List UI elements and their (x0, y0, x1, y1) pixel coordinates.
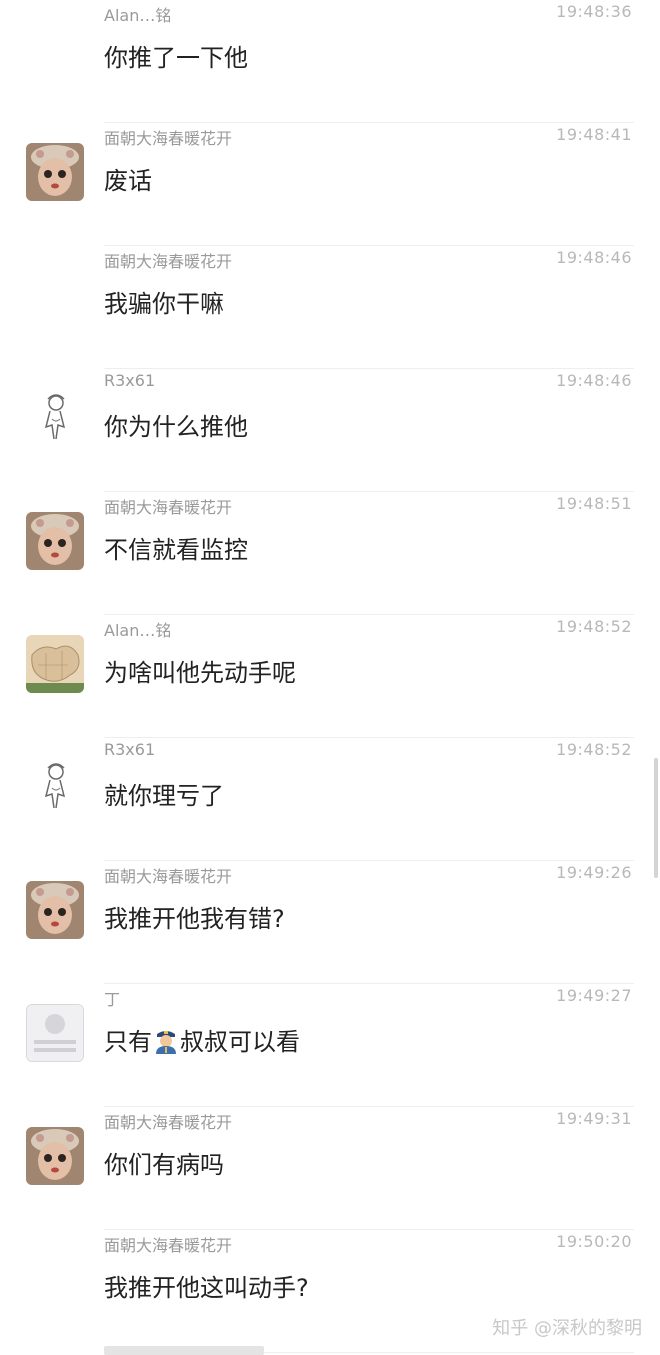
chat-message[interactable]: 面朝大海春暖花开 19:48:41 废话 (0, 123, 660, 246)
avatar-doll-icon[interactable] (26, 881, 84, 939)
avatar-map-icon[interactable] (26, 635, 84, 693)
sender-name: R3x61 (104, 371, 156, 390)
message-time: 19:48:41 (556, 125, 632, 144)
message-text: 不信就看监控 (104, 536, 248, 564)
message-text: 你为什么推他 (104, 413, 248, 441)
message-text-part: 只有 (104, 1028, 152, 1056)
sender-name: 面朝大海春暖花开 (104, 1236, 233, 1255)
sender-name: Alan…铭 (104, 621, 172, 640)
chat-message[interactable]: 面朝大海春暖花开 19:48:51 不信就看监控 (0, 492, 660, 615)
message-time: 19:49:26 (556, 863, 632, 882)
avatar-sketch-icon[interactable] (26, 389, 84, 447)
next-message-partial (104, 1346, 264, 1355)
sender-name: R3x61 (104, 740, 156, 759)
chat-message[interactable]: 丁 19:49:27 只有 叔叔可以看 (0, 984, 660, 1107)
chat-message-list[interactable]: Alan…铭 19:48:36 你推了一下他 面朝大海春暖花开 19:48:41… (0, 0, 660, 1355)
chat-message[interactable]: 面朝大海春暖花开 19:49:26 我推开他我有错? (0, 861, 660, 984)
message-text: 只有 叔叔可以看 (104, 1022, 300, 1057)
sender-name: Alan…铭 (104, 6, 172, 25)
message-text: 你推了一下他 (104, 44, 248, 72)
sender-name: 面朝大海春暖花开 (104, 252, 233, 271)
message-text: 为啥叫他先动手呢 (104, 659, 296, 687)
message-text-part: 叔叔可以看 (180, 1028, 300, 1056)
message-time: 19:50:20 (556, 1232, 632, 1251)
sender-name: 面朝大海春暖花开 (104, 867, 233, 886)
chat-message[interactable]: 面朝大海春暖花开 19:48:46 我骗你干嘛 (0, 246, 660, 369)
avatar-default-icon[interactable] (26, 1004, 84, 1062)
chat-message[interactable]: R3x61 19:48:52 就你理亏了 (0, 738, 660, 861)
message-time: 19:48:51 (556, 494, 632, 513)
chat-message[interactable]: 面朝大海春暖花开 19:49:31 你们有病吗 (0, 1107, 660, 1230)
sender-name: 面朝大海春暖花开 (104, 498, 233, 517)
police-officer-emoji-icon (154, 1028, 178, 1054)
message-time: 19:48:46 (556, 371, 632, 390)
sender-name: 丁 (104, 990, 121, 1009)
message-time: 19:49:31 (556, 1109, 632, 1128)
message-time: 19:48:52 (556, 617, 632, 636)
message-text: 废话 (104, 167, 152, 195)
chat-message[interactable]: R3x61 19:48:46 你为什么推他 (0, 369, 660, 492)
avatar-doll-icon[interactable] (26, 143, 84, 201)
chat-message[interactable]: Alan…铭 19:48:52 为啥叫他先动手呢 (0, 615, 660, 738)
chat-message[interactable]: Alan…铭 19:48:36 你推了一下他 (0, 0, 660, 123)
sender-name: 面朝大海春暖花开 (104, 129, 233, 148)
message-text: 我推开他这叫动手? (104, 1274, 309, 1302)
watermark: 知乎 @深秋的黎明 (492, 1318, 642, 1339)
message-time: 19:48:52 (556, 740, 632, 759)
avatar-doll-icon[interactable] (26, 1127, 84, 1185)
avatar-sketch-icon[interactable] (26, 758, 84, 816)
message-text: 我骗你干嘛 (104, 290, 224, 318)
scrollbar[interactable] (654, 758, 658, 878)
message-time: 19:49:27 (556, 986, 632, 1005)
avatar-doll-icon[interactable] (26, 512, 84, 570)
sender-name: 面朝大海春暖花开 (104, 1113, 233, 1132)
message-text: 就你理亏了 (104, 782, 224, 810)
message-text: 你们有病吗 (104, 1151, 224, 1179)
message-text: 我推开他我有错? (104, 905, 285, 933)
message-time: 19:48:36 (556, 2, 632, 21)
message-time: 19:48:46 (556, 248, 632, 267)
